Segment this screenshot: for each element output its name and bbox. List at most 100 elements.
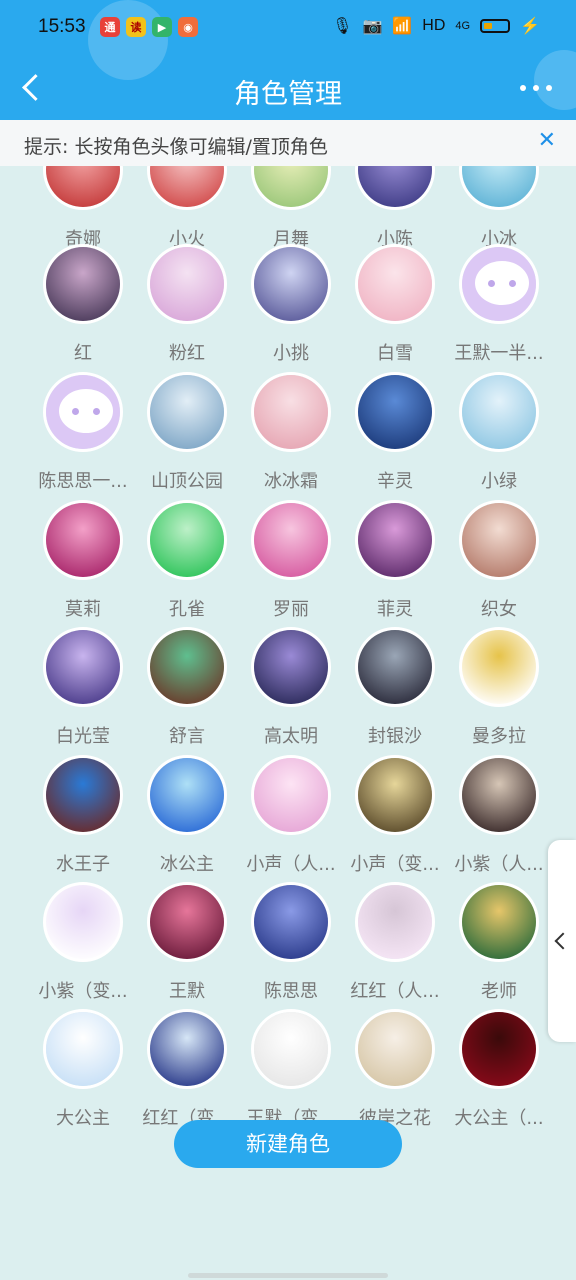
character-avatar[interactable] xyxy=(251,627,331,707)
status-time: 15:53 xyxy=(38,16,86,37)
character-avatar[interactable] xyxy=(355,244,435,324)
signal-label: 4G xyxy=(455,20,471,32)
character-avatar[interactable] xyxy=(43,755,123,835)
character-name: 冰冰霜 xyxy=(264,471,318,492)
character-name: 大公主 xyxy=(56,1108,110,1129)
character-avatar[interactable] xyxy=(251,500,331,580)
character-avatar[interactable] xyxy=(459,166,539,210)
character-avatar[interactable] xyxy=(43,244,123,324)
character-name: 小声（变... xyxy=(350,854,440,875)
character-avatar[interactable] xyxy=(459,500,539,580)
character-name: 菲灵 xyxy=(377,599,413,620)
red-app-icon: 通 xyxy=(100,17,120,37)
character-name: 舒言 xyxy=(169,726,205,747)
character-avatar[interactable] xyxy=(251,166,331,210)
character-name: 水王子 xyxy=(56,854,110,875)
chat-avatar-icon[interactable] xyxy=(43,372,123,452)
character-name: 王默一半... xyxy=(454,343,544,364)
tip-banner: 提示: 长按角色头像可编辑/置顶角色 ✕ xyxy=(0,120,576,166)
notification-icons: 通 读 ▶ ◉ xyxy=(100,17,198,37)
character-avatar[interactable] xyxy=(43,166,123,210)
character-avatar[interactable] xyxy=(355,1009,435,1089)
character-name: 小声（人... xyxy=(246,854,336,875)
character-name: 大公主（... xyxy=(454,1108,544,1129)
yellow-app-icon: 读 xyxy=(126,17,146,37)
character-avatar[interactable] xyxy=(251,1009,331,1089)
character-name: 王默 xyxy=(169,981,205,1002)
close-tip-icon[interactable]: ✕ xyxy=(538,128,556,153)
character-name: 孔雀 xyxy=(169,599,205,620)
character-name: 小挑 xyxy=(273,343,309,364)
dot-icon xyxy=(533,85,539,91)
character-avatar[interactable] xyxy=(355,627,435,707)
character-avatar[interactable] xyxy=(355,882,435,962)
character-avatar[interactable] xyxy=(147,1009,227,1089)
battery-icon xyxy=(480,19,511,33)
character-avatar[interactable] xyxy=(147,372,227,452)
character-name: 陈思思 xyxy=(264,981,318,1002)
character-name: 罗丽 xyxy=(273,599,309,620)
character-avatar[interactable] xyxy=(147,166,227,210)
home-indicator[interactable] xyxy=(188,1273,388,1278)
character-name: 曼多拉 xyxy=(472,726,526,747)
more-options-button[interactable] xyxy=(520,80,552,96)
mic-icon: 🎙 xyxy=(332,18,353,35)
status-bar: 15:53 通 读 ▶ ◉ 🎙 📷 📶 HD 4G ⚡ xyxy=(0,16,576,42)
chat-avatar-icon[interactable] xyxy=(459,244,539,324)
character-grid: 奇娜 小火 月舞 小陈 小冰红粉红 小挑 白雪 王默一半... 陈思思一... 山顶公园 冰冰霜 辛灵… xyxy=(0,166,576,1140)
game-app-icon: ◉ xyxy=(178,17,198,37)
character-name: 红红（人... xyxy=(350,981,440,1002)
character-avatar[interactable] xyxy=(355,166,435,210)
character-avatar[interactable] xyxy=(459,1009,539,1089)
character-avatar[interactable] xyxy=(355,500,435,580)
character-name: 山顶公园 xyxy=(151,471,223,492)
character-name: 高太明 xyxy=(264,726,318,747)
character-avatar[interactable] xyxy=(355,755,435,835)
page-title: 角色管理 xyxy=(234,79,342,110)
wifi-icon: 📶 xyxy=(392,18,413,35)
character-name: 白雪 xyxy=(377,343,413,364)
character-avatar[interactable] xyxy=(459,372,539,452)
character-name: 白光莹 xyxy=(56,726,110,747)
character-avatar[interactable] xyxy=(43,500,123,580)
character-name: 小紫（人... xyxy=(454,854,544,875)
character-avatar[interactable] xyxy=(459,627,539,707)
character-avatar[interactable] xyxy=(147,882,227,962)
dot-icon xyxy=(546,85,552,91)
character-avatar[interactable] xyxy=(43,882,123,962)
character-name: 冰公主 xyxy=(160,854,214,875)
side-drawer-handle[interactable] xyxy=(548,840,576,1042)
character-avatar[interactable] xyxy=(459,755,539,835)
character-avatar[interactable] xyxy=(459,882,539,962)
play-store-icon: ▶ xyxy=(152,17,172,37)
chat-bubble-icon xyxy=(59,389,113,433)
character-avatar[interactable] xyxy=(251,372,331,452)
app-header: 15:53 通 读 ▶ ◉ 🎙 📷 📶 HD 4G ⚡ 角色管理 xyxy=(0,0,576,120)
character-name: 封银沙 xyxy=(368,726,422,747)
character-avatar[interactable] xyxy=(147,244,227,324)
character-avatar[interactable] xyxy=(355,372,435,452)
character-avatar[interactable] xyxy=(147,627,227,707)
character-avatar[interactable] xyxy=(43,627,123,707)
character-name: 织女 xyxy=(481,599,517,620)
character-name: 陈思思一... xyxy=(38,471,128,492)
character-name: 辛灵 xyxy=(377,471,413,492)
character-avatar[interactable] xyxy=(147,500,227,580)
character-avatar[interactable] xyxy=(251,882,331,962)
character-name: 老师 xyxy=(481,981,517,1002)
character-avatar[interactable] xyxy=(43,1009,123,1089)
hd-label: HD xyxy=(422,17,446,34)
character-name: 小紫（变... xyxy=(38,981,128,1002)
character-name: 粉红 xyxy=(169,343,205,364)
character-name: 莫莉 xyxy=(65,599,101,620)
camera-icon: 📷 xyxy=(362,18,383,35)
character-avatar[interactable] xyxy=(251,755,331,835)
charging-icon: ⚡ xyxy=(520,18,540,35)
new-character-button[interactable]: 新建角色 xyxy=(174,1120,402,1168)
character-name: 小绿 xyxy=(481,471,517,492)
tip-text: 提示: 长按角色头像可编辑/置顶角色 xyxy=(24,136,328,158)
character-avatar[interactable] xyxy=(147,755,227,835)
status-indicators: 🎙 📷 📶 HD 4G ⚡ xyxy=(332,16,540,36)
character-name: 红 xyxy=(74,343,92,364)
character-avatar[interactable] xyxy=(251,244,331,324)
